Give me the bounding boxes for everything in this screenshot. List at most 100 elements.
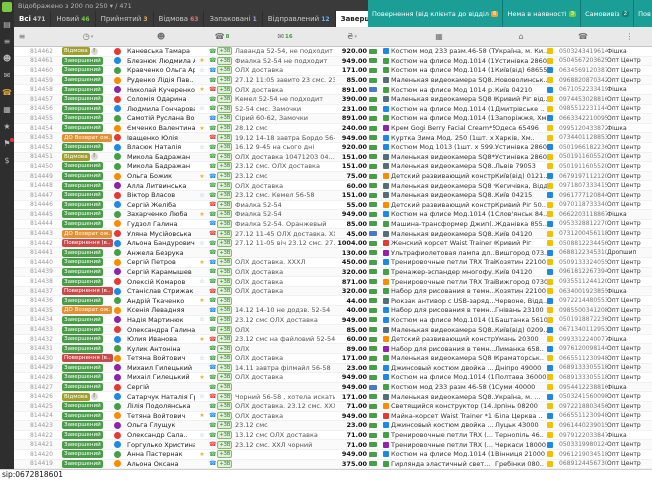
info-icon[interactable]: !: [91, 153, 98, 160]
star-icon[interactable]: [195, 181, 209, 190]
client-name[interactable]: Горгулько Христина..: [127, 440, 195, 449]
notifications-icon[interactable]: ⚑: [3, 140, 10, 148]
client-name[interactable]: Самотій Руслана Во..: [127, 114, 195, 123]
pill-Нема в наявності[interactable]: Нема в наявності3: [503, 0, 581, 27]
product-cell[interactable]: Набор для рисования в темн...: [383, 344, 495, 353]
client-phone[interactable]: 0689133305518: [559, 373, 607, 382]
status-cell[interactable]: Завершений: [62, 248, 114, 257]
status-cell[interactable]: Завершений: [62, 450, 114, 459]
status-cell[interactable]: Завершений: [62, 114, 114, 123]
tab-Запаковані[interactable]: Запаковані 1: [204, 11, 262, 27]
client-name[interactable]: Олександра Галина В..: [127, 325, 195, 334]
product-cell[interactable]: Куртка Зима Мод. 250 (1шт. х 8...: [383, 133, 495, 142]
order-note[interactable]: 23.12 смс ОЛХ доставка: [235, 316, 335, 325]
client-phone[interactable]: 0971807333415: [559, 181, 607, 190]
client-name[interactable]: Блезнюк Людмила А..: [127, 57, 195, 66]
star-icon[interactable]: ☆: [195, 143, 209, 152]
row-select[interactable]: [14, 143, 30, 152]
callback-cell[interactable]: ☎ +ЗВ: [209, 344, 235, 353]
star-icon[interactable]: [195, 383, 209, 392]
product-cell[interactable]: Тренировочные петли TRX Trai...: [383, 258, 495, 267]
client-name[interactable]: Анна Пастернак: [127, 450, 195, 459]
status-cell[interactable]: Завершений: [62, 344, 114, 353]
status-cell[interactable]: Завершений: [62, 124, 114, 133]
status-cell[interactable]: Завершений: [62, 431, 114, 440]
product-cell[interactable]: Джинсовый костюм двойка ...: [383, 421, 495, 430]
row-select[interactable]: [14, 287, 30, 296]
phone-header-icon[interactable]: ☎: [559, 27, 607, 46]
status-cell[interactable]: Завершений: [62, 277, 114, 286]
callback-cell[interactable]: ☎ +ЗВ: [209, 47, 235, 56]
client-phone[interactable]: 0970118733340: [559, 201, 607, 210]
client-phone[interactable]: 0501966182236: [559, 143, 607, 152]
star-icon[interactable]: [195, 344, 209, 353]
client-phone[interactable]: 0979122033847: [559, 431, 607, 440]
star-icon[interactable]: ★: [195, 57, 209, 66]
product-cell[interactable]: Тренажер-эспандер многофу...: [383, 268, 495, 277]
product-cell[interactable]: Костюм на флисе Мод.1014 (1...: [383, 210, 495, 219]
row-select[interactable]: [14, 220, 30, 229]
client-phone[interactable]: 0734401128853: [559, 133, 607, 142]
row-select[interactable]: [14, 105, 30, 114]
callback-cell[interactable]: ☎ +ЗВ: [209, 133, 235, 142]
client-name[interactable]: Станіслав Стрижак: [127, 287, 195, 296]
callback-cell[interactable]: ☎ +ЗВ: [209, 124, 235, 133]
client-name[interactable]: Сатарчук Наталія Гр..: [127, 392, 195, 401]
star-icon[interactable]: ☆: [195, 392, 209, 401]
star-icon[interactable]: ☆: [195, 316, 209, 325]
table-row[interactable]: 814455 Завершений Самотій Руслана Во.. ☎…: [14, 114, 652, 124]
product-cell[interactable]: Тренировочные петли TRX (...: [383, 431, 495, 440]
client-name[interactable]: Альона Бандурович: [127, 239, 195, 248]
callback-cell[interactable]: ☎ +ЗВ: [209, 162, 235, 171]
status-cell[interactable]: Завершений: [62, 143, 114, 152]
status-cell[interactable]: Повернення (в..: [62, 239, 114, 248]
product-cell[interactable]: Костюм на флисе Мод.1014 (1...: [383, 450, 495, 459]
client-phone[interactable]: 0972214480553: [559, 296, 607, 305]
callback-cell[interactable]: ☎ +ЗВ: [209, 431, 235, 440]
stats-icon[interactable]: ★: [3, 123, 10, 131]
client-name[interactable]: Ємченко Валентина: [127, 124, 195, 133]
product-cell[interactable]: Тренировочные петли TRX Trai...: [383, 277, 495, 286]
client-phone[interactable]: 0679197112120: [559, 172, 607, 181]
star-icon[interactable]: [195, 95, 209, 104]
order-note[interactable]: Чорний 56-58 , хотела искати...: [235, 392, 335, 401]
status-cell[interactable]: Відмова !: [62, 392, 114, 401]
client-name[interactable]: Віктор Власов: [127, 191, 195, 200]
star-icon[interactable]: [195, 248, 209, 257]
callback-cell[interactable]: ☎ +ЗВ: [209, 460, 235, 469]
row-select[interactable]: [14, 412, 30, 421]
tab-Всі[interactable]: Всі 471: [14, 11, 51, 27]
row-select[interactable]: [14, 325, 30, 334]
mail-icon[interactable]: ✉: [4, 72, 11, 80]
product-cell[interactable]: Майка-корсет Waist Trainer *1 (...: [383, 412, 495, 421]
client-name[interactable]: Гудзол Галина: [127, 220, 195, 229]
row-select[interactable]: [14, 383, 30, 392]
client-name[interactable]: Олексій Комаров: [127, 277, 195, 286]
order-note[interactable]: 23.12 смс. ХХЛ чорний: [235, 440, 335, 449]
clients-icon[interactable]: ☻: [3, 55, 11, 63]
table-row[interactable]: 814462 Відмова ! Каневська Тамара ☎ +ЗВ …: [14, 47, 652, 57]
client-phone[interactable]: 0985512231144: [559, 105, 607, 114]
product-cell[interactable]: Костюм на флисе Мод.1014 (1...: [383, 316, 495, 325]
table-row[interactable]: 814445 Завершений Захарченко Люба ★ ☎ +З…: [14, 210, 652, 220]
client-name[interactable]: Сергій Карамышев: [127, 268, 195, 277]
product-cell[interactable]: Машина-трансформер Джип(...: [383, 220, 495, 229]
row-select[interactable]: [14, 47, 30, 56]
callback-cell[interactable]: ☎ +ЗВ: [209, 258, 235, 267]
product-cell[interactable]: Костюм на флисе Мод.1014 (1...: [383, 114, 495, 123]
status-cell[interactable]: Завершений: [62, 383, 114, 392]
status-cell[interactable]: Завершений: [62, 325, 114, 334]
calls-icon[interactable]: ☎: [2, 89, 12, 97]
order-note[interactable]: ОЛХ доставка. ХХХЛ: [235, 258, 335, 267]
row-select[interactable]: [14, 153, 30, 162]
order-note[interactable]: 23.12 смс. ОЛХ доставка: [235, 162, 335, 171]
status-cell[interactable]: Відмова !: [62, 47, 114, 56]
client-phone[interactable]: 0671340112953: [559, 325, 607, 334]
table-row[interactable]: 814436 Завершений Андрій Ткаченко ★ ☎ +З…: [14, 296, 652, 306]
client-name[interactable]: Юлия Иванова: [127, 335, 195, 344]
client-phone[interactable]: 0665511230948: [559, 412, 607, 421]
client-phone[interactable]: 0503319980124: [559, 440, 607, 449]
table-row[interactable]: 814427 Завершений Сергій ☎ +ЗВ 949.00 Ко…: [14, 383, 652, 393]
row-select[interactable]: [14, 210, 30, 219]
row-select[interactable]: [14, 114, 30, 123]
